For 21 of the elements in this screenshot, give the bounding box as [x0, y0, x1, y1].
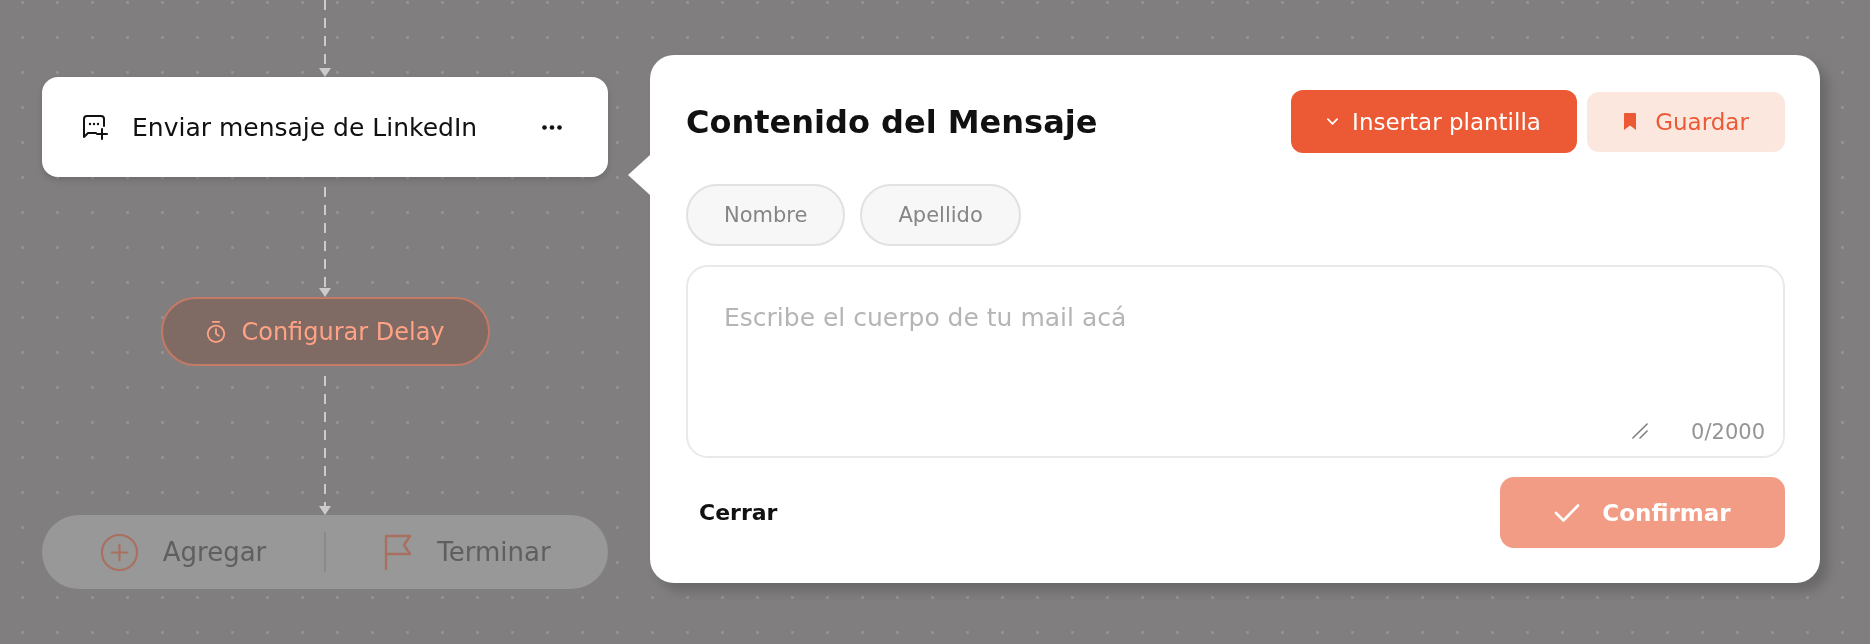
- save-button[interactable]: Guardar: [1587, 91, 1785, 152]
- caret-icon: [1327, 118, 1339, 125]
- plus-circle-icon: [99, 532, 139, 572]
- panel-title: Contenido del Mensaje: [686, 102, 1099, 141]
- character-counter: 0/2000: [1691, 420, 1765, 444]
- variable-chip[interactable]: Nombre: [686, 184, 846, 246]
- stopwatch-icon: [205, 319, 228, 344]
- chat-add-icon: [80, 113, 108, 141]
- add-button[interactable]: Agregar: [99, 532, 267, 572]
- flag-icon: [383, 534, 414, 570]
- more-icon[interactable]: [542, 124, 562, 130]
- action-node[interactable]: Enviar mensaje de LinkedIn: [42, 77, 608, 177]
- finish-button[interactable]: Terminar: [383, 534, 551, 570]
- delay-button[interactable]: Configurar Delay: [160, 297, 490, 366]
- insert-template-button[interactable]: Insertar plantilla: [1291, 90, 1577, 153]
- variable-chip[interactable]: Apellido: [860, 184, 1021, 246]
- check-icon: [1554, 502, 1581, 523]
- resize-handle-icon[interactable]: [1632, 423, 1648, 439]
- bookmark-icon: [1623, 112, 1638, 131]
- node-title: Enviar mensaje de LinkedIn: [132, 112, 479, 142]
- close-button[interactable]: Cerrar: [699, 500, 778, 525]
